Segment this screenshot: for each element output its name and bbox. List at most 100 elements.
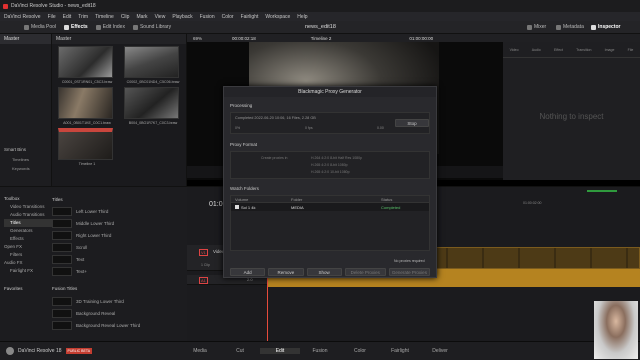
page-fairlight[interactable]: Fairlight: [380, 348, 420, 354]
proxy-format-label: Proxy Format: [230, 142, 258, 147]
inspector-tab-transition[interactable]: Transition: [576, 48, 591, 52]
page-deliver[interactable]: Deliver: [420, 348, 460, 354]
dialog-footer: Add Remove Show Delete Proxies Generate …: [230, 268, 430, 276]
inspector-tab-file[interactable]: File: [628, 48, 634, 52]
effects-label: Effects: [71, 24, 88, 30]
title-item[interactable]: Text: [52, 253, 185, 265]
checkbox-icon[interactable]: [235, 205, 239, 209]
tree-toolbox[interactable]: Toolbox: [4, 195, 52, 203]
master-bin-item[interactable]: Master: [0, 34, 51, 44]
public-beta-badge: PUBLIC BETA: [65, 348, 93, 354]
clip-item[interactable]: A001_0B01T1KE_C0C1.braw: [58, 87, 116, 131]
title-thumbnail: [52, 266, 72, 276]
title-label: Left Lower Third: [76, 208, 109, 214]
menu-view[interactable]: View: [155, 14, 166, 20]
smart-bin-timelines[interactable]: Timelines: [12, 157, 29, 162]
playhead[interactable]: [267, 271, 268, 342]
tree-video-transitions[interactable]: Video Transitions: [4, 203, 52, 211]
show-button[interactable]: Show: [306, 268, 342, 276]
fusion-title-item[interactable]: Background Reveal: [52, 307, 185, 319]
menu-davinci[interactable]: DaVinci Resolve: [4, 14, 41, 20]
title-item[interactable]: Text+: [52, 265, 185, 277]
menu-workspace[interactable]: Workspace: [265, 14, 290, 20]
clip-item[interactable]: C0002_0BC01ND4_C5C06.braw: [124, 46, 182, 90]
menu-color[interactable]: Color: [222, 14, 234, 20]
format-option[interactable]: H.265 4:2:0 10-bit 1080p: [311, 170, 350, 174]
tree-filters[interactable]: Filters: [4, 251, 52, 259]
inspector-tab-video[interactable]: Video: [510, 48, 519, 52]
fusion-title-item[interactable]: 3D Training Lower Third: [52, 295, 185, 307]
page-navigation: DaVinci Resolve 18 PUBLIC BETA Media Cut…: [0, 301, 640, 360]
format-option[interactable]: H.265 4:2:0 8-bit 1080p: [311, 163, 348, 167]
mixer-button[interactable]: Mixer: [527, 24, 546, 30]
inspector-empty-text: Nothing to inspect: [539, 112, 604, 121]
menu-edit[interactable]: Edit: [63, 14, 72, 20]
title-item[interactable]: Scroll: [52, 241, 185, 253]
menu-mark[interactable]: Mark: [136, 14, 147, 20]
tree-titles[interactable]: Titles: [4, 219, 52, 227]
inspector-tab-image[interactable]: Image: [605, 48, 615, 52]
page-media[interactable]: Media: [180, 348, 220, 354]
title-item[interactable]: Left Lower Third: [52, 205, 185, 217]
app-name: DaVinci Resolve 18: [18, 348, 62, 354]
inspector-tab-audio[interactable]: Audio: [532, 48, 541, 52]
inspector-tab-effect[interactable]: Effect: [554, 48, 563, 52]
menu-fairlight[interactable]: Fairlight: [241, 14, 259, 20]
processing-status: Completed 2022-06-20 10:06, 16 Files, 2.…: [235, 116, 316, 120]
mixer-icon: [527, 24, 532, 30]
tree-audio-transitions[interactable]: Audio Transitions: [4, 211, 52, 219]
tree-audio-fx[interactable]: Audio FX: [4, 259, 52, 267]
generate-proxies-button[interactable]: Generate Proxies: [388, 268, 430, 276]
clip-name: C0002_0BC01ND4_C5C06.braw: [126, 80, 180, 84]
remove-button[interactable]: Remove: [268, 268, 304, 276]
page-edit[interactable]: Edit: [260, 348, 300, 354]
clip-item[interactable]: C0001_0ST1RN01_C5C3.braw: [58, 46, 116, 90]
smart-bins-header: Smart Bins: [4, 147, 27, 152]
tree-generators[interactable]: Generators: [4, 227, 52, 235]
menu-fusion[interactable]: Fusion: [200, 14, 215, 20]
tree-open-fx[interactable]: Open FX: [4, 243, 52, 251]
add-button[interactable]: Add: [230, 268, 266, 276]
volume-slider[interactable]: [587, 190, 617, 192]
title-label: Background Reveal: [76, 310, 116, 316]
effects-button[interactable]: Effects: [64, 24, 88, 30]
title-thumbnail: [52, 308, 72, 318]
proxy-generator-dialog: Blackmagic Proxy Generator Processing Co…: [223, 86, 437, 278]
row-status: Completed: [381, 204, 401, 210]
title-item[interactable]: Middle Lower Third: [52, 217, 185, 229]
viewer-zoom[interactable]: 69%: [193, 36, 202, 41]
clip-item[interactable]: B004_0BO1R7K7_C0C3.braw: [124, 87, 182, 131]
tree-fairlight-fx[interactable]: Fairlight FX: [4, 267, 52, 275]
processing-box: Completed 2022-06-20 10:06, 16 Files, 2.…: [230, 112, 430, 134]
delete-proxies-button[interactable]: Delete Proxies: [344, 268, 386, 276]
menu-timeline[interactable]: Timeline: [95, 14, 114, 20]
menu-clip[interactable]: Clip: [121, 14, 130, 20]
clip-item-timeline[interactable]: Timeline 1: [58, 128, 116, 172]
edit-index-button[interactable]: Edit Index: [95, 24, 125, 30]
media-pool-button[interactable]: Media Pool: [24, 24, 56, 30]
menu-help[interactable]: Help: [297, 14, 307, 20]
title-item[interactable]: Right Lower Third: [52, 229, 185, 241]
table-row[interactable]: Sol 1 4k MEDIA Completed: [231, 203, 429, 211]
menu-trim[interactable]: Trim: [78, 14, 88, 20]
sound-library-button[interactable]: Sound Library: [132, 24, 171, 30]
page-color[interactable]: Color: [340, 348, 380, 354]
inspector-tabs: Video Audio Effect Transition Image File: [503, 42, 640, 58]
column-volume: Volume: [235, 196, 249, 202]
smart-bin-keywords[interactable]: Keywords: [12, 166, 30, 171]
metadata-button[interactable]: Metadata: [556, 24, 584, 30]
page-fusion[interactable]: Fusion: [300, 348, 340, 354]
clip-thumbnail: [124, 46, 179, 78]
menu-bar: DaVinci Resolve File Edit Trim Timeline …: [0, 12, 640, 21]
format-option[interactable]: H.264 4:2:0 8-bit Half Res 1080p: [311, 156, 362, 160]
page-cut[interactable]: Cut: [220, 348, 260, 354]
inspector-button[interactable]: Inspector: [591, 24, 621, 30]
favorites-header[interactable]: Favorites: [4, 285, 52, 293]
tree-effects[interactable]: Effects: [4, 235, 52, 243]
stop-button[interactable]: Stop: [395, 119, 429, 127]
menu-file[interactable]: File: [48, 14, 56, 20]
viewer-timeline-name[interactable]: Timeline 2: [311, 36, 332, 41]
title-thumbnail: [52, 218, 72, 228]
fusion-title-item[interactable]: Background Reveal Lower Third: [52, 319, 185, 331]
menu-playback[interactable]: Playback: [172, 14, 192, 20]
